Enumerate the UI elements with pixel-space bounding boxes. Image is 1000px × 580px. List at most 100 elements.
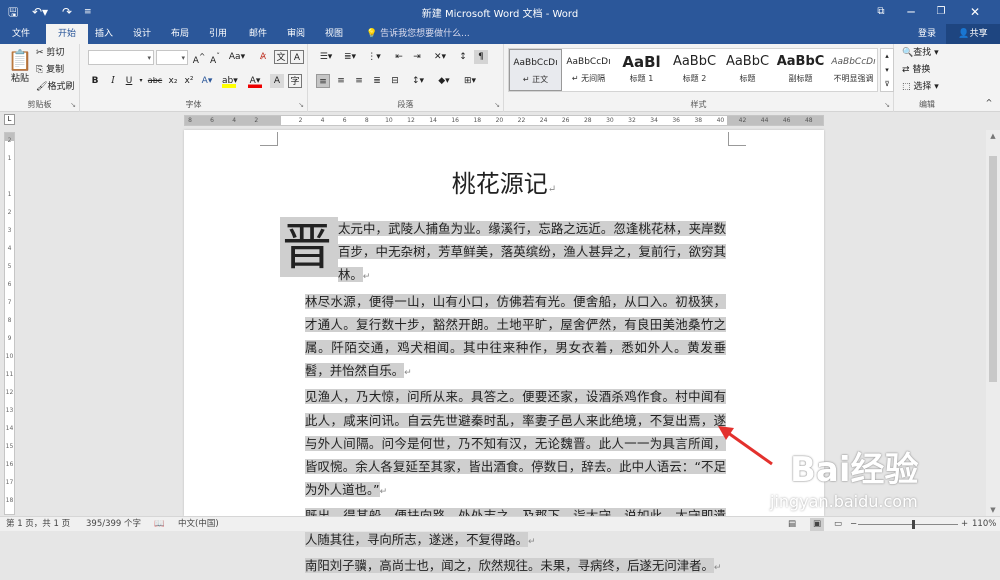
copy-button[interactable]: ⎘ 复制 [36, 63, 64, 77]
shading-icon[interactable]: ◆▾ [434, 74, 454, 88]
print-layout-icon[interactable]: ▣ [810, 518, 825, 531]
strikethrough-icon[interactable]: abc [146, 74, 164, 88]
paragraph[interactable]: 南阳刘子骥，高尚士也，闻之，欣然规往。未果，寻病终，后遂无问津者。↵ [280, 554, 726, 580]
style-subtle-emphasis[interactable]: AaBbCcDı 不明显强调 [827, 49, 880, 91]
read-mode-icon[interactable]: ▤ [788, 518, 796, 531]
borders-icon[interactable]: ⊞▾ [460, 74, 480, 88]
ruler-tick: 4 [232, 117, 237, 124]
page-count[interactable]: 第 1 页，共 1 页 [6, 518, 70, 531]
format-painter-button[interactable]: 🖌格式刷 [36, 80, 74, 94]
style-heading2[interactable]: AaBbC 标题 2 [668, 49, 721, 91]
find-button[interactable]: 🔍查找 ▾ [902, 46, 939, 60]
zoom-slider[interactable] [858, 524, 958, 525]
font-color-icon[interactable]: A▾ [248, 74, 262, 88]
style-subtitle[interactable]: AaBbC 副标题 [774, 49, 827, 91]
dialog-launcher-icon[interactable]: ↘ [884, 101, 890, 109]
share-button[interactable]: 👤共享 [946, 24, 1000, 44]
line-spacing-icon[interactable]: ↕▾ [408, 74, 428, 88]
replace-button[interactable]: ⇄ 替换 [902, 63, 930, 77]
collapse-ribbon-icon[interactable]: ^ [982, 96, 996, 110]
multilevel-list-icon[interactable]: ⋮▾ [364, 50, 384, 64]
shrink-font-icon[interactable]: Aˇ [208, 50, 222, 66]
select-button[interactable]: ⬚ 选择 ▾ [902, 80, 939, 94]
minimize-button[interactable]: ─ [896, 2, 926, 22]
paste-button[interactable]: 📋 粘贴 [6, 48, 34, 86]
login-link[interactable]: 登录 [918, 24, 936, 44]
tab-references[interactable]: 引用 [202, 24, 234, 44]
close-button[interactable]: ✕ [960, 2, 990, 22]
scrollbar-thumb[interactable] [989, 156, 997, 382]
zoom-out-button[interactable]: − [850, 518, 857, 531]
proofing-icon[interactable]: 📖 [154, 518, 165, 531]
tab-mailings[interactable]: 邮件 [242, 24, 274, 44]
paragraph[interactable]: 林尽水源，便得一山，山有小口，仿佛若有光。便舍船，从口入。初极狭，才通人。复行数… [280, 290, 726, 386]
dialog-launcher-icon[interactable]: ↘ [298, 101, 304, 109]
tab-selector[interactable]: L [4, 114, 15, 125]
style-normal[interactable]: AaBbCcDı ↵ 正文 [509, 49, 562, 91]
tab-layout[interactable]: 布局 [164, 24, 196, 44]
bullets-icon[interactable]: ☰▾ [316, 50, 336, 64]
zoom-slider-thumb[interactable] [912, 520, 915, 529]
grow-font-icon[interactable]: A^ [192, 50, 206, 66]
tell-me-box[interactable]: 💡 告诉我您想要做什么... [366, 24, 470, 44]
clear-format-icon[interactable]: A̷ [256, 50, 270, 64]
crop-mark [260, 132, 278, 146]
distributed-icon[interactable]: ⊟ [388, 74, 402, 88]
char-shading-icon[interactable]: A [270, 74, 284, 88]
highlight-icon[interactable]: ab▾ [222, 74, 238, 88]
scroll-down-icon[interactable]: ▼ [986, 506, 1000, 514]
scroll-up-icon[interactable]: ▲ [986, 132, 1000, 140]
dialog-launcher-icon[interactable]: ↘ [70, 101, 76, 109]
chinese-layout-icon[interactable]: ✕▾ [430, 50, 450, 64]
style-heading1[interactable]: AaBl 标题 1 [615, 49, 668, 91]
font-name-combo[interactable]: ▾ [88, 50, 154, 65]
decrease-indent-icon[interactable]: ⇤ [392, 50, 406, 64]
align-left-icon[interactable]: ≡ [316, 74, 330, 88]
document-title[interactable]: 桃花源记↵ [184, 164, 824, 199]
style-no-spacing[interactable]: AaBbCcDı ↵ 无间隔 [562, 49, 615, 91]
char-border-icon[interactable]: 字 [288, 74, 302, 88]
style-title[interactable]: AaBbC 标题 [721, 49, 774, 91]
change-case-icon[interactable]: Aa▾ [226, 50, 248, 64]
tab-review[interactable]: 审阅 [280, 24, 312, 44]
language[interactable]: 中文(中国) [178, 518, 219, 531]
bold-icon[interactable]: B [88, 74, 102, 88]
phonetic-guide-icon[interactable]: 文 [274, 50, 288, 64]
superscript-icon[interactable]: x² [182, 74, 196, 88]
maximize-button[interactable]: ❐ [926, 2, 956, 22]
cut-button[interactable]: ✂ 剪切 [36, 46, 64, 60]
increase-indent-icon[interactable]: ⇥ [410, 50, 424, 64]
ribbon-display-icon[interactable]: ⧉ [866, 2, 896, 22]
tab-insert[interactable]: 插入 [88, 24, 120, 44]
align-center-icon[interactable]: ≡ [334, 74, 348, 88]
sort-icon[interactable]: ↕ [456, 50, 470, 64]
web-layout-icon[interactable]: ▭ [834, 518, 842, 531]
italic-icon[interactable]: I [106, 74, 120, 88]
paragraph[interactable]: 见渔人，乃大惊，问所从来。具答之。便要还家，设酒杀鸡作食。村中闻有此人，咸来问讯… [280, 385, 726, 504]
word-count[interactable]: 395/399 个字 [86, 518, 141, 531]
numbering-icon[interactable]: ≣▾ [340, 50, 360, 64]
enclose-char-icon[interactable]: A [290, 50, 304, 64]
horizontal-ruler[interactable]: 8 6 4 2 2 4 6 8 10 12 14 16 18 20 22 24 26 28 30 32 34 36 38 40… [184, 115, 824, 126]
vertical-scrollbar[interactable]: ▲ ▼ [986, 130, 1000, 516]
tab-design[interactable]: 设计 [126, 24, 158, 44]
style-preview: AaBbCcDı [566, 57, 611, 67]
paragraph[interactable]: 晋太元中，武陵人捕鱼为业。缘溪行，忘路之远近。忽逢桃花林，夹岸数百步，中无杂树，… [280, 217, 726, 290]
vertical-ruler[interactable]: 2 1 1 2 3 4 5 6 7 8 9 10 11 12 13 14 15 16 17 18 [4, 132, 15, 515]
styles-scroll-icon[interactable]: ▴ ▾ ⊽ [880, 48, 894, 92]
dialog-launcher-icon[interactable]: ↘ [494, 101, 500, 109]
tab-file[interactable]: 文件 [0, 24, 42, 44]
ribbon: 📋 粘贴 ✂ 剪切 ⎘ 复制 🖌格式刷 剪贴板 ↘ ▾ ▾ A^ Aˇ Aa▾ … [0, 44, 1000, 112]
tab-home[interactable]: 开始 [46, 24, 88, 44]
ruler-tick: 40 [716, 117, 725, 124]
font-size-combo[interactable]: ▾ [156, 50, 188, 65]
tab-view[interactable]: 视图 [318, 24, 350, 44]
text-effects-icon[interactable]: A▾ [200, 74, 214, 88]
show-marks-icon[interactable]: ¶ [474, 50, 488, 64]
zoom-in-button[interactable]: + [961, 518, 968, 531]
align-right-icon[interactable]: ≡ [352, 74, 366, 88]
zoom-level[interactable]: 110% [972, 518, 996, 531]
justify-icon[interactable]: ≣ [370, 74, 384, 88]
ruler-tick: 1 [7, 155, 12, 162]
subscript-icon[interactable]: x₂ [166, 74, 180, 88]
